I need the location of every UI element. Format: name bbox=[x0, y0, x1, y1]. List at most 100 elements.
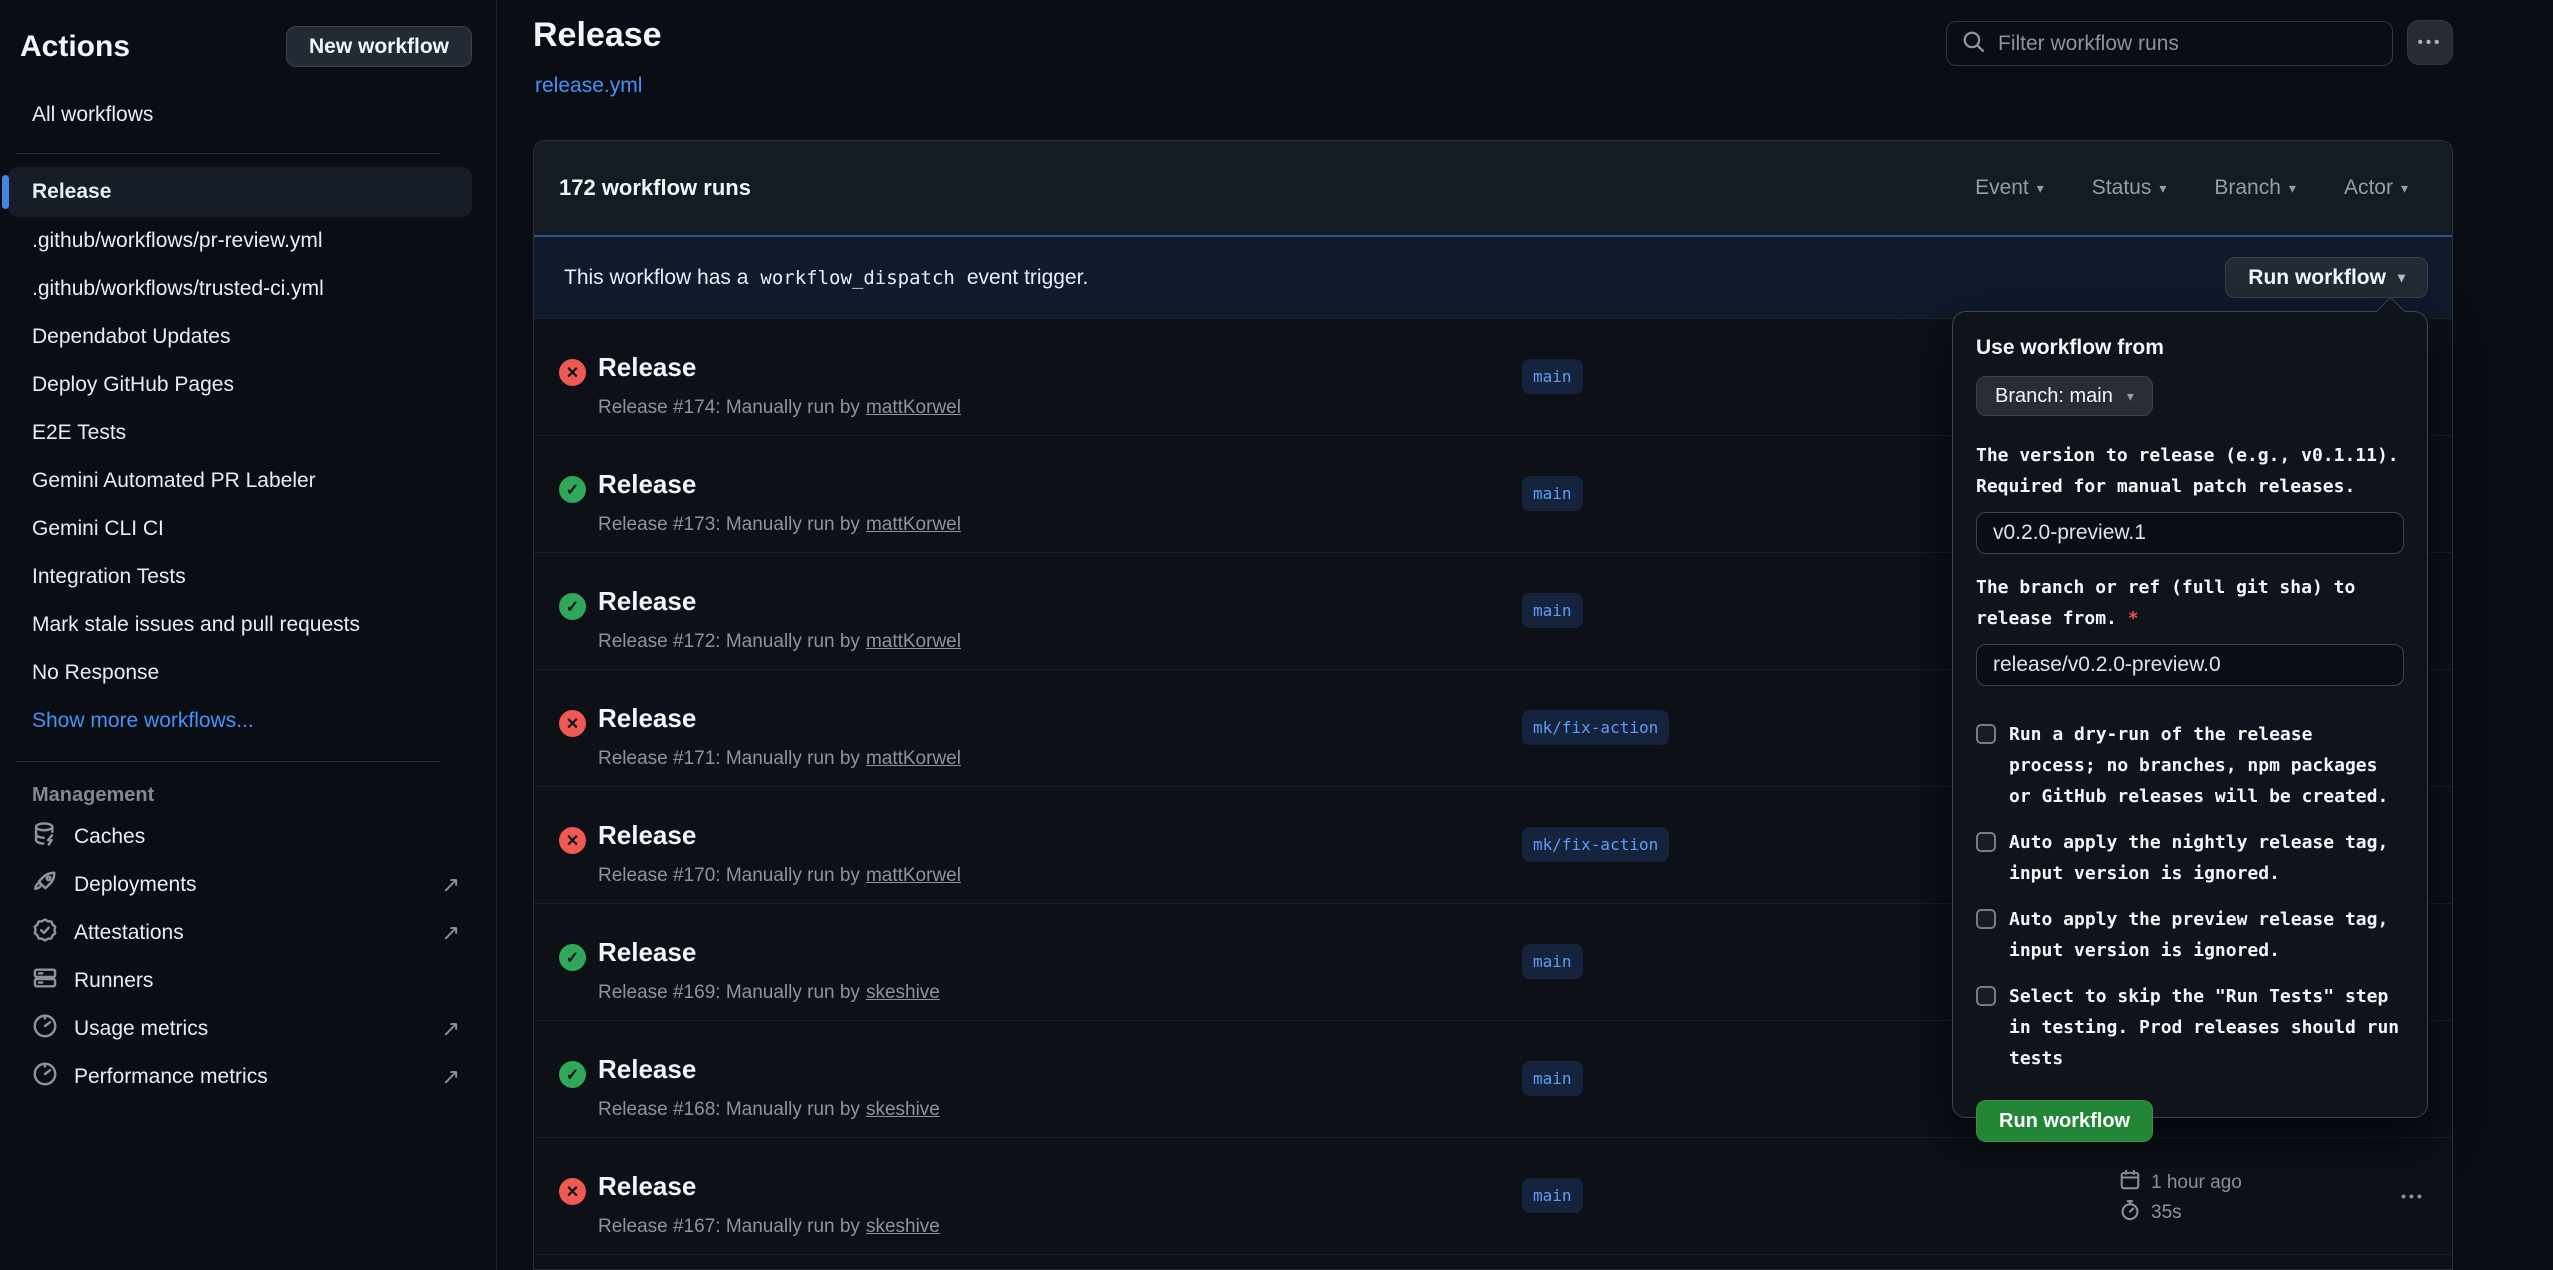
verified-icon bbox=[32, 917, 58, 949]
stopwatch-icon bbox=[2119, 1199, 2141, 1227]
run-duration: 35s bbox=[2151, 1202, 2182, 1224]
preview-tag-checkbox-row: Auto apply the preview release tag, inpu… bbox=[1976, 904, 2404, 966]
new-workflow-button[interactable]: New workflow bbox=[286, 26, 472, 67]
run-title-link[interactable]: Release bbox=[598, 586, 696, 617]
show-more-workflows-link[interactable]: Show more workflows... bbox=[8, 697, 472, 745]
sidebar-item-release-selected[interactable]: Release bbox=[8, 167, 472, 217]
version-help-text: The version to release (e.g., v0.1.11). … bbox=[1976, 440, 2404, 502]
status-icon: ✕ bbox=[559, 1178, 586, 1205]
preview-tag-checkbox[interactable] bbox=[1976, 909, 1996, 929]
meter-icon bbox=[32, 1061, 58, 1093]
selected-accent-bar bbox=[2, 175, 9, 209]
sidebar-item-workflow[interactable]: Mark stale issues and pull requests bbox=[8, 601, 472, 649]
sidebar-item-workflow[interactable]: No Response bbox=[8, 649, 472, 697]
sidebar-item-performance-metrics[interactable]: Performance metrics ↗ bbox=[0, 1053, 496, 1101]
filter-workflow-runs-box bbox=[1946, 21, 2393, 66]
status-icon: ✓ bbox=[559, 593, 586, 620]
branch-pill[interactable]: mk/fix-action bbox=[1522, 827, 1669, 862]
actor-link[interactable]: mattKorwel bbox=[866, 514, 961, 535]
sidebar-item-workflow[interactable]: Gemini Automated PR Labeler bbox=[8, 457, 472, 505]
branch-pill[interactable]: main bbox=[1522, 944, 1583, 979]
actor-link[interactable]: skeshive bbox=[866, 1099, 940, 1120]
actor-link[interactable]: mattKorwel bbox=[866, 397, 961, 418]
actor-link[interactable]: mattKorwel bbox=[866, 865, 961, 886]
chevron-down-icon: ▾ bbox=[2398, 269, 2405, 286]
run-description: Release #168: Manually run byskeshive bbox=[598, 1099, 940, 1121]
banner-text: This workflow has a bbox=[564, 266, 748, 290]
sidebar-item-workflow[interactable]: .github/workflows/trusted-ci.yml bbox=[8, 265, 472, 313]
run-title-link[interactable]: Release bbox=[598, 469, 696, 500]
version-input[interactable] bbox=[1976, 512, 2404, 554]
filter-status[interactable]: Status▾ bbox=[2092, 176, 2167, 200]
nightly-tag-checkbox-row: Auto apply the nightly release tag, inpu… bbox=[1976, 827, 2404, 889]
ref-input[interactable] bbox=[1976, 644, 2404, 686]
sidebar-item-label: Deployments bbox=[74, 873, 197, 897]
page-kebab-menu-button[interactable]: ••• bbox=[2407, 20, 2453, 65]
sidebar-item-workflow[interactable]: E2E Tests bbox=[8, 409, 472, 457]
branch-pill[interactable]: main bbox=[1522, 1061, 1583, 1096]
sidebar-item-workflow[interactable]: Deploy GitHub Pages bbox=[8, 361, 472, 409]
branch-pill[interactable]: main bbox=[1522, 359, 1583, 394]
sidebar-item-workflow[interactable]: Dependabot Updates bbox=[8, 313, 472, 361]
run-title-link[interactable]: Release bbox=[598, 352, 696, 383]
external-link-icon: ↗ bbox=[442, 1064, 460, 1090]
runs-card-header: 172 workflow runs Event▾ Status▾ Branch▾… bbox=[534, 141, 2452, 235]
run-workflow-dropdown-button[interactable]: Run workflow ▾ bbox=[2225, 257, 2428, 298]
filter-workflow-runs-input[interactable] bbox=[1998, 32, 2378, 56]
branch-pill[interactable]: main bbox=[1522, 593, 1583, 628]
page-title: Release bbox=[533, 16, 662, 55]
run-title-link[interactable]: Release bbox=[598, 703, 696, 734]
nightly-tag-checkbox[interactable] bbox=[1976, 832, 1996, 852]
run-workflow-submit-button[interactable]: Run workflow bbox=[1976, 1100, 2153, 1142]
run-description: Release #174: Manually run bymattKorwel bbox=[598, 397, 961, 419]
cache-icon bbox=[32, 821, 58, 853]
branch-pill[interactable]: main bbox=[1522, 476, 1583, 511]
workflow-list: All workflows Release .github/workflows/… bbox=[0, 93, 496, 762]
branch-pill[interactable]: main bbox=[1522, 1178, 1583, 1213]
checkbox-label: Auto apply the preview release tag, inpu… bbox=[2009, 904, 2388, 966]
run-title-link[interactable]: Release bbox=[598, 820, 696, 851]
status-icon: ✓ bbox=[559, 1061, 586, 1088]
sidebar-item-caches[interactable]: Caches bbox=[0, 813, 496, 861]
branch-pill[interactable]: mk/fix-action bbox=[1522, 710, 1669, 745]
required-asterisk: * bbox=[2117, 608, 2139, 629]
workflow-run-row[interactable]: ✕ Release Release #167: Manually run bys… bbox=[534, 1137, 2452, 1254]
checkbox-label: Auto apply the nightly release tag, inpu… bbox=[2009, 827, 2388, 889]
run-description: Release #167: Manually run byskeshive bbox=[598, 1216, 940, 1238]
actor-link[interactable]: skeshive bbox=[866, 1216, 940, 1237]
checkbox-label: Run a dry-run of the release process; no… bbox=[2009, 719, 2388, 812]
sidebar-item-runners[interactable]: Runners bbox=[0, 957, 496, 1005]
banner-text: event trigger. bbox=[967, 266, 1088, 290]
workflow-file-link[interactable]: release.yml bbox=[535, 74, 642, 98]
sidebar-item-label: Runners bbox=[74, 969, 153, 993]
status-icon: ✕ bbox=[559, 710, 586, 737]
run-description: Release #173: Manually run bymattKorwel bbox=[598, 514, 961, 536]
sidebar-item-workflow[interactable]: Integration Tests bbox=[8, 553, 472, 601]
banner-code: workflow_dispatch bbox=[760, 267, 954, 289]
run-kebab-menu-button[interactable]: ••• bbox=[2386, 1178, 2440, 1214]
dry-run-checkbox[interactable] bbox=[1976, 724, 1996, 744]
sidebar-item-workflow[interactable]: .github/workflows/pr-review.yml bbox=[8, 217, 472, 265]
run-title-link[interactable]: Release bbox=[598, 937, 696, 968]
calendar-icon bbox=[2119, 1169, 2141, 1197]
run-title-link[interactable]: Release bbox=[598, 1171, 696, 1202]
filter-event[interactable]: Event▾ bbox=[1975, 176, 2044, 200]
ref-help-text: The branch or ref (full git sha) to rele… bbox=[1976, 572, 2404, 634]
filter-branch[interactable]: Branch▾ bbox=[2214, 176, 2296, 200]
branch-selector-button[interactable]: Branch: main ▾ bbox=[1976, 376, 2153, 416]
filter-actor[interactable]: Actor▾ bbox=[2344, 176, 2408, 200]
meter-icon bbox=[32, 1013, 58, 1045]
sidebar-item-deployments[interactable]: Deployments ↗ bbox=[0, 861, 496, 909]
workflow-dispatch-banner: This workflow has a workflow_dispatch ev… bbox=[534, 235, 2452, 318]
skip-tests-checkbox[interactable] bbox=[1976, 986, 1996, 1006]
chevron-down-icon: ▾ bbox=[2289, 180, 2296, 197]
sidebar-item-workflow[interactable]: Gemini CLI CI bbox=[8, 505, 472, 553]
server-icon bbox=[32, 965, 58, 997]
sidebar-item-usage-metrics[interactable]: Usage metrics ↗ bbox=[0, 1005, 496, 1053]
sidebar-item-all-workflows[interactable]: All workflows bbox=[8, 93, 472, 137]
sidebar-item-attestations[interactable]: Attestations ↗ bbox=[0, 909, 496, 957]
run-title-link[interactable]: Release bbox=[598, 1054, 696, 1085]
actor-link[interactable]: mattKorwel bbox=[866, 748, 961, 769]
actor-link[interactable]: mattKorwel bbox=[866, 631, 961, 652]
actor-link[interactable]: skeshive bbox=[866, 982, 940, 1003]
